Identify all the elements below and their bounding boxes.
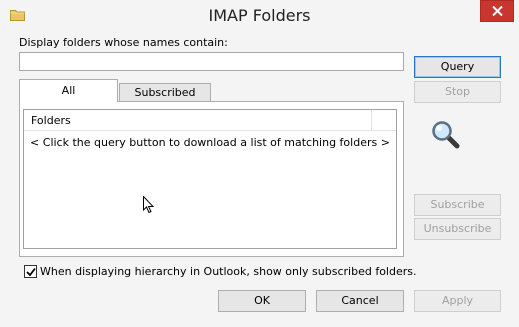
show-subscribed-only-label[interactable]: When displaying hierarchy in Outlook, sh… <box>40 265 416 278</box>
imap-folders-dialog: IMAP Folders Display folders whose names… <box>0 0 519 327</box>
close-button[interactable] <box>480 0 514 22</box>
folder-list[interactable]: Folders < Click the query button to down… <box>23 109 397 249</box>
show-subscribed-only-checkbox[interactable] <box>24 265 37 278</box>
query-button[interactable]: Query <box>414 56 501 78</box>
tab-subscribed[interactable]: Subscribed <box>119 83 211 102</box>
subscribe-button[interactable]: Subscribe <box>414 194 501 216</box>
ok-button[interactable]: OK <box>218 290 306 312</box>
tab-panel: Folders < Click the query button to down… <box>19 101 404 257</box>
close-icon <box>492 6 503 16</box>
window-title: IMAP Folders <box>208 6 311 25</box>
magnifier-icon <box>431 120 461 153</box>
apply-button[interactable]: Apply <box>414 290 501 312</box>
folder-name-filter-input[interactable] <box>19 52 404 71</box>
search-label: Display folders whose names contain: <box>19 36 228 49</box>
column-divider <box>371 110 372 130</box>
mouse-cursor-icon <box>143 195 155 216</box>
list-header: Folders <box>24 110 396 131</box>
unsubscribe-button[interactable]: Unsubscribe <box>414 218 501 240</box>
column-header-folders[interactable]: Folders <box>31 114 71 127</box>
tab-all[interactable]: All <box>19 79 118 102</box>
cancel-button[interactable]: Cancel <box>316 290 404 312</box>
title-bar: IMAP Folders <box>0 0 519 31</box>
checkmark-icon <box>26 267 36 277</box>
stop-button[interactable]: Stop <box>414 81 501 103</box>
empty-list-message: < Click the query button to download a l… <box>30 136 390 149</box>
